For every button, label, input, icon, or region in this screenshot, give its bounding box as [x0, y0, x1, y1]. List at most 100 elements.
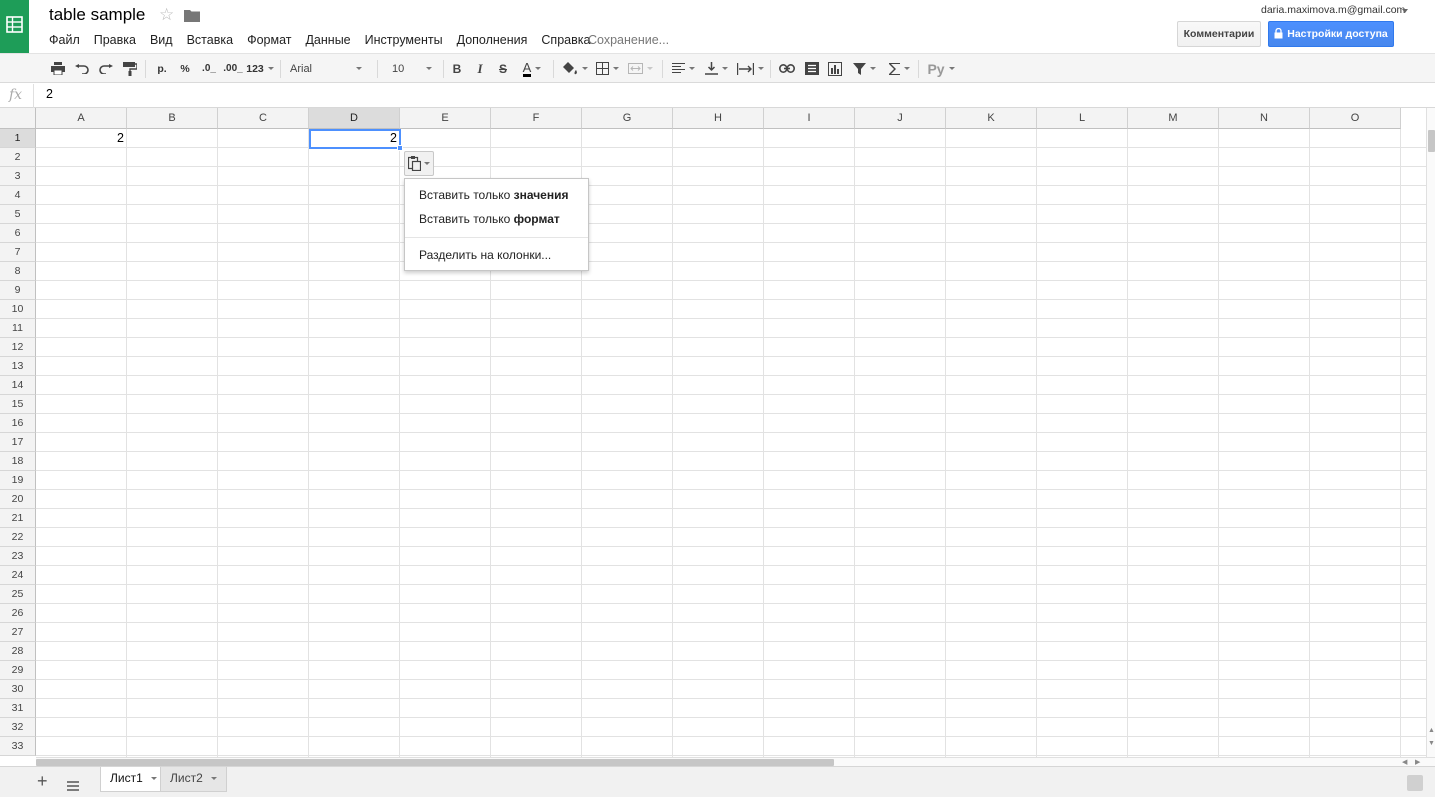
sheet-tab-2[interactable]: Лист2: [160, 767, 227, 792]
column-header-m[interactable]: M: [1128, 108, 1219, 129]
sheet-tab-1[interactable]: Лист1: [100, 767, 167, 792]
row-header-17[interactable]: 17: [0, 433, 36, 452]
account-email[interactable]: daria.maximova.m@gmail.com: [1261, 4, 1405, 16]
filter-button[interactable]: [849, 54, 879, 83]
row-header-20[interactable]: 20: [0, 490, 36, 509]
merge-cells-button[interactable]: [625, 54, 655, 83]
row-header-13[interactable]: 13: [0, 357, 36, 376]
scroll-right-arrow-icon[interactable]: ▶: [1415, 758, 1420, 766]
folder-icon[interactable]: [184, 9, 200, 27]
row-header-31[interactable]: 31: [0, 699, 36, 718]
selected-cell-d1[interactable]: [309, 129, 401, 149]
cells-area[interactable]: 22: [36, 129, 1426, 757]
star-icon[interactable]: ☆: [159, 5, 174, 25]
menu-file[interactable]: Файл: [42, 31, 87, 49]
account-caret-icon[interactable]: [1402, 9, 1408, 13]
row-header-11[interactable]: 11: [0, 319, 36, 338]
chevron-down-icon[interactable]: [150, 777, 157, 780]
strikethrough-button[interactable]: S: [495, 54, 511, 83]
menu-data[interactable]: Данные: [298, 31, 357, 49]
row-header-24[interactable]: 24: [0, 566, 36, 585]
column-header-f[interactable]: F: [491, 108, 582, 129]
row-header-10[interactable]: 10: [0, 300, 36, 319]
text-color-button[interactable]: A: [517, 54, 547, 83]
menu-tools[interactable]: Инструменты: [358, 31, 450, 49]
fill-color-button[interactable]: [560, 54, 590, 83]
borders-button[interactable]: [593, 54, 621, 83]
horizontal-align-button[interactable]: [669, 54, 697, 83]
row-header-1[interactable]: 1: [0, 129, 36, 148]
column-header-e[interactable]: E: [400, 108, 491, 129]
row-header-5[interactable]: 5: [0, 205, 36, 224]
document-title[interactable]: table sample: [49, 5, 145, 25]
undo-icon[interactable]: [73, 54, 91, 83]
row-header-19[interactable]: 19: [0, 471, 36, 490]
chevron-down-icon[interactable]: [210, 777, 217, 780]
add-sheet-icon[interactable]: +: [37, 772, 48, 790]
redo-icon[interactable]: [97, 54, 115, 83]
row-header-27[interactable]: 27: [0, 623, 36, 642]
menu-edit[interactable]: Правка: [87, 31, 143, 49]
column-header-n[interactable]: N: [1219, 108, 1310, 129]
comments-button[interactable]: Комментарии: [1177, 21, 1261, 47]
decrease-decimals-button[interactable]: .0_: [198, 54, 220, 83]
scroll-up-arrow-icon[interactable]: ▲: [1428, 727, 1435, 734]
link-icon[interactable]: [777, 54, 797, 83]
formula-input[interactable]: 2: [46, 87, 53, 101]
row-header-29[interactable]: 29: [0, 661, 36, 680]
font-size-select[interactable]: 10: [384, 54, 436, 83]
explore-icon[interactable]: [1407, 775, 1423, 791]
menu-insert[interactable]: Вставка: [180, 31, 240, 49]
menu-view[interactable]: Вид: [143, 31, 180, 49]
row-header-15[interactable]: 15: [0, 395, 36, 414]
row-header-14[interactable]: 14: [0, 376, 36, 395]
row-header-26[interactable]: 26: [0, 604, 36, 623]
row-header-28[interactable]: 28: [0, 642, 36, 661]
column-header-d[interactable]: D: [309, 108, 400, 129]
vertical-align-button[interactable]: [702, 54, 730, 83]
currency-format-button[interactable]: р.: [152, 54, 172, 83]
paint-format-icon[interactable]: [121, 54, 139, 83]
input-tools-button[interactable]: Ру: [924, 54, 958, 83]
row-header-32[interactable]: 32: [0, 718, 36, 737]
column-header-b[interactable]: B: [127, 108, 218, 129]
row-header-22[interactable]: 22: [0, 528, 36, 547]
fill-handle[interactable]: [397, 145, 403, 151]
column-header-g[interactable]: G: [582, 108, 673, 129]
comment-icon[interactable]: [802, 54, 822, 83]
more-formats-button[interactable]: 123: [245, 54, 275, 83]
column-header-c[interactable]: C: [218, 108, 309, 129]
column-header-j[interactable]: J: [855, 108, 946, 129]
row-header-30[interactable]: 30: [0, 680, 36, 699]
vertical-scroll-thumb[interactable]: [1428, 130, 1435, 152]
font-family-select[interactable]: Arial: [284, 54, 366, 83]
row-header-25[interactable]: 25: [0, 585, 36, 604]
menu-addons[interactable]: Дополнения: [450, 31, 535, 49]
scroll-down-arrow-icon[interactable]: ▼: [1428, 740, 1435, 747]
row-header-23[interactable]: 23: [0, 547, 36, 566]
column-header-a[interactable]: A: [36, 108, 127, 129]
print-icon[interactable]: [49, 54, 67, 83]
row-header-4[interactable]: 4: [0, 186, 36, 205]
row-header-16[interactable]: 16: [0, 414, 36, 433]
row-header-9[interactable]: 9: [0, 281, 36, 300]
scroll-left-arrow-icon[interactable]: ◀: [1402, 758, 1407, 766]
paste-options-button[interactable]: [404, 151, 434, 176]
split-to-columns-item[interactable]: Разделить на колонки...: [419, 248, 551, 262]
italic-button[interactable]: I: [472, 54, 488, 83]
percent-format-button[interactable]: %: [176, 54, 194, 83]
column-header-l[interactable]: L: [1037, 108, 1128, 129]
column-header-k[interactable]: K: [946, 108, 1037, 129]
column-header-i[interactable]: I: [764, 108, 855, 129]
row-header-8[interactable]: 8: [0, 262, 36, 281]
functions-button[interactable]: [884, 54, 914, 83]
row-header-18[interactable]: 18: [0, 452, 36, 471]
row-header-33[interactable]: 33: [0, 737, 36, 756]
select-all-corner[interactable]: [0, 108, 36, 129]
column-header-o[interactable]: O: [1310, 108, 1401, 129]
horizontal-scroll-thumb[interactable]: [36, 759, 834, 766]
menu-format[interactable]: Формат: [240, 31, 298, 49]
share-button[interactable]: Настройки доступа: [1268, 21, 1394, 47]
increase-decimals-button[interactable]: .00_: [221, 54, 245, 83]
paste-values-only-item[interactable]: Вставить только значения: [419, 188, 568, 202]
